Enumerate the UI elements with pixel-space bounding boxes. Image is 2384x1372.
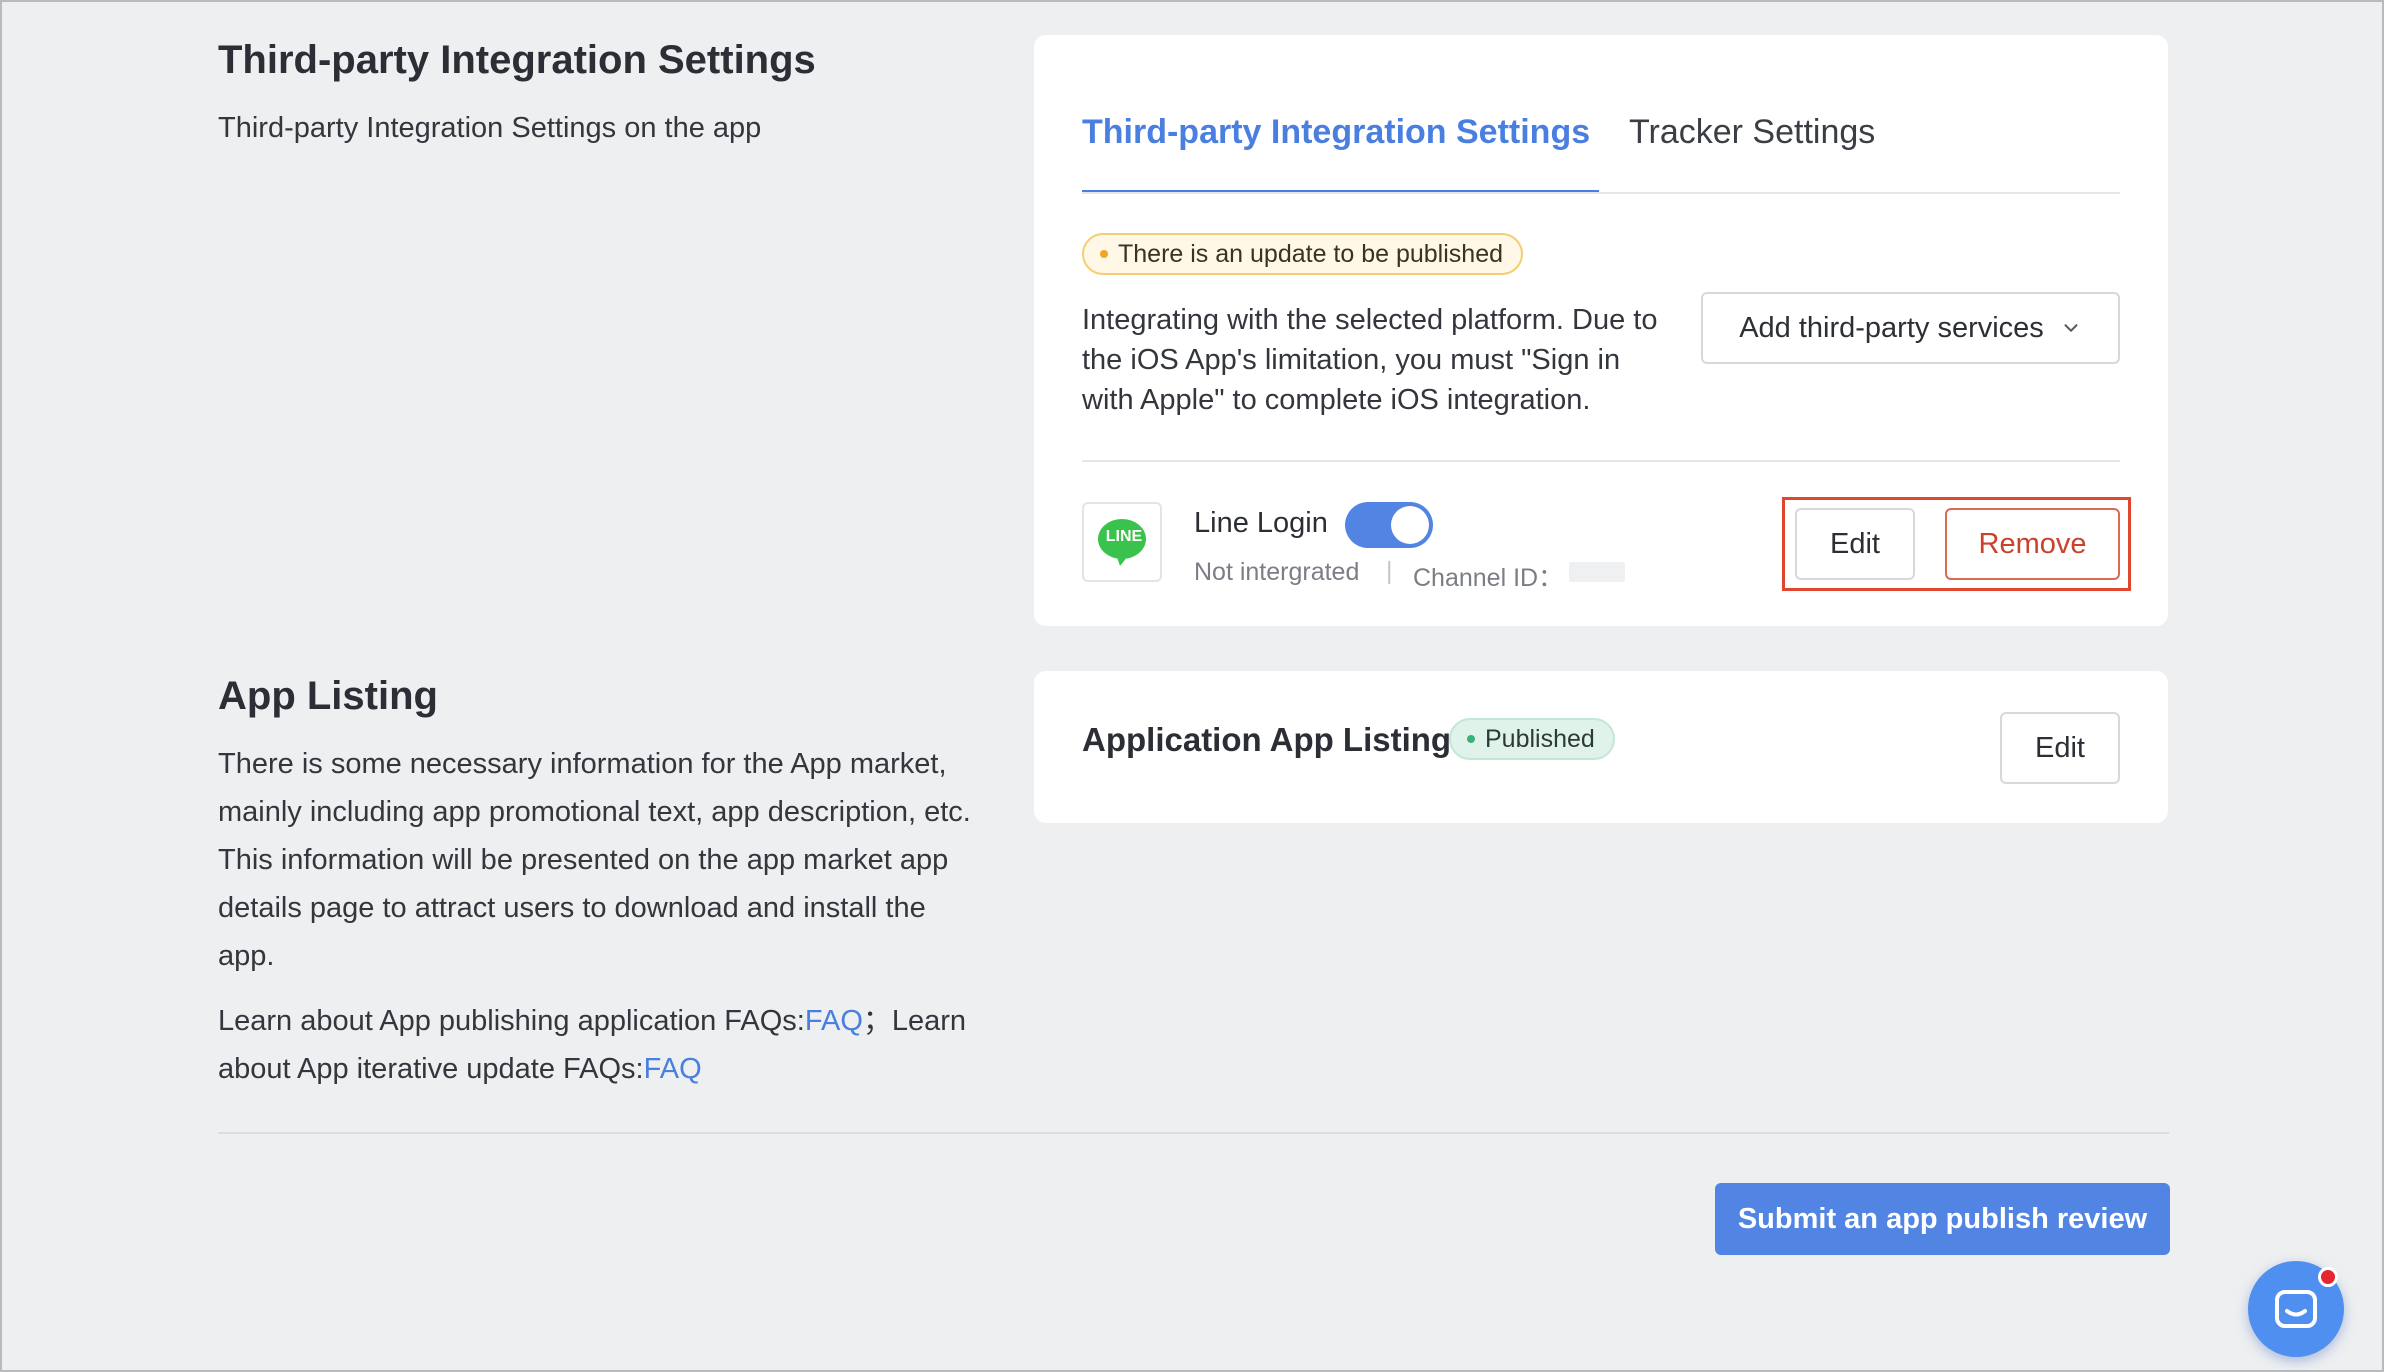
integration-info-line: the iOS App's limitation, you must "Sign… — [1082, 344, 1621, 376]
app-listing-card: Application App Listing Published Edit — [1034, 671, 2168, 823]
published-badge: Published — [1449, 718, 1615, 760]
app-listing-description-line: app. — [218, 940, 275, 972]
faq-update-link[interactable]: FAQ — [644, 1053, 702, 1085]
status-separator: | — [1386, 557, 1393, 585]
chat-support-button[interactable] — [2248, 1261, 2344, 1357]
toggle-knob — [1391, 506, 1429, 544]
faq-line1-suffix: ；Learn — [862, 1005, 967, 1037]
warning-dot-icon — [1100, 250, 1108, 258]
update-pending-text: There is an update to be published — [1118, 239, 1503, 268]
faq-line: Learn about App publishing application F… — [218, 997, 988, 1045]
tabs-divider — [1082, 192, 2120, 194]
integration-info-line: Integrating with the selected platform. … — [1082, 304, 1658, 336]
channel-id-value — [1569, 562, 1625, 582]
faq-line2-prefix: about App iterative update FAQs: — [218, 1053, 644, 1085]
app-window: Third-party Integration Settings Third-p… — [0, 0, 2384, 1372]
chevron-down-icon — [2064, 324, 2078, 332]
app-listing-card-title: Application App Listing — [1082, 721, 1452, 758]
third-party-section-description: Third-party Integration Settings on the … — [218, 112, 762, 144]
tab-tracker-settings[interactable]: Tracker Settings — [1629, 113, 1875, 152]
app-listing-description-line: There is some necessary information for … — [218, 748, 947, 780]
app-listing-description-line: details page to attract users to downloa… — [218, 892, 926, 924]
footer-divider — [218, 1132, 2169, 1134]
faq-line1-prefix: Learn about App publishing application F… — [218, 1005, 805, 1037]
integration-name: Line Login — [1194, 507, 1328, 539]
update-pending-badge: There is an update to be published — [1082, 233, 1523, 275]
tab-third-party-integration-settings[interactable]: Third-party Integration Settings — [1082, 113, 1590, 152]
integration-info-text: Integrating with the selected platform. … — [1082, 300, 1682, 420]
success-dot-icon — [1467, 735, 1475, 743]
channel-id-label: Channel ID： — [1413, 564, 1564, 592]
chat-icon — [2275, 1290, 2317, 1328]
integration-divider — [1082, 460, 2120, 462]
app-listing-description-line: This information will be presented on th… — [218, 844, 949, 876]
edit-app-listing-button[interactable]: Edit — [2000, 712, 2120, 784]
line-logo: LINE — [1082, 502, 1162, 582]
line-logo-text: LINE — [1105, 528, 1143, 545]
faq-line: about App iterative update FAQs:FAQ — [218, 1045, 988, 1093]
third-party-section-title: Third-party Integration Settings — [218, 38, 816, 82]
notification-dot — [2318, 1267, 2338, 1287]
submit-publish-review-button[interactable]: Submit an app publish review — [1715, 1183, 2170, 1255]
action-buttons-highlight — [1782, 497, 2131, 591]
line-login-toggle[interactable] — [1345, 502, 1433, 548]
add-third-party-services-label: Add third-party services — [1739, 311, 2044, 344]
integration-info-line: with Apple" to complete iOS integration. — [1082, 384, 1591, 416]
app-listing-description: There is some necessary information for … — [218, 740, 988, 980]
integration-status: Not intergrated — [1194, 558, 1360, 586]
faq-publishing-link[interactable]: FAQ — [805, 1005, 863, 1037]
app-listing-description-line: mainly including app promotional text, a… — [218, 796, 971, 828]
app-listing-section-title: App Listing — [218, 674, 438, 718]
add-third-party-services-dropdown[interactable]: Add third-party services — [1701, 292, 2120, 364]
published-badge-text: Published — [1485, 724, 1595, 753]
faq-text: Learn about App publishing application F… — [218, 997, 988, 1093]
